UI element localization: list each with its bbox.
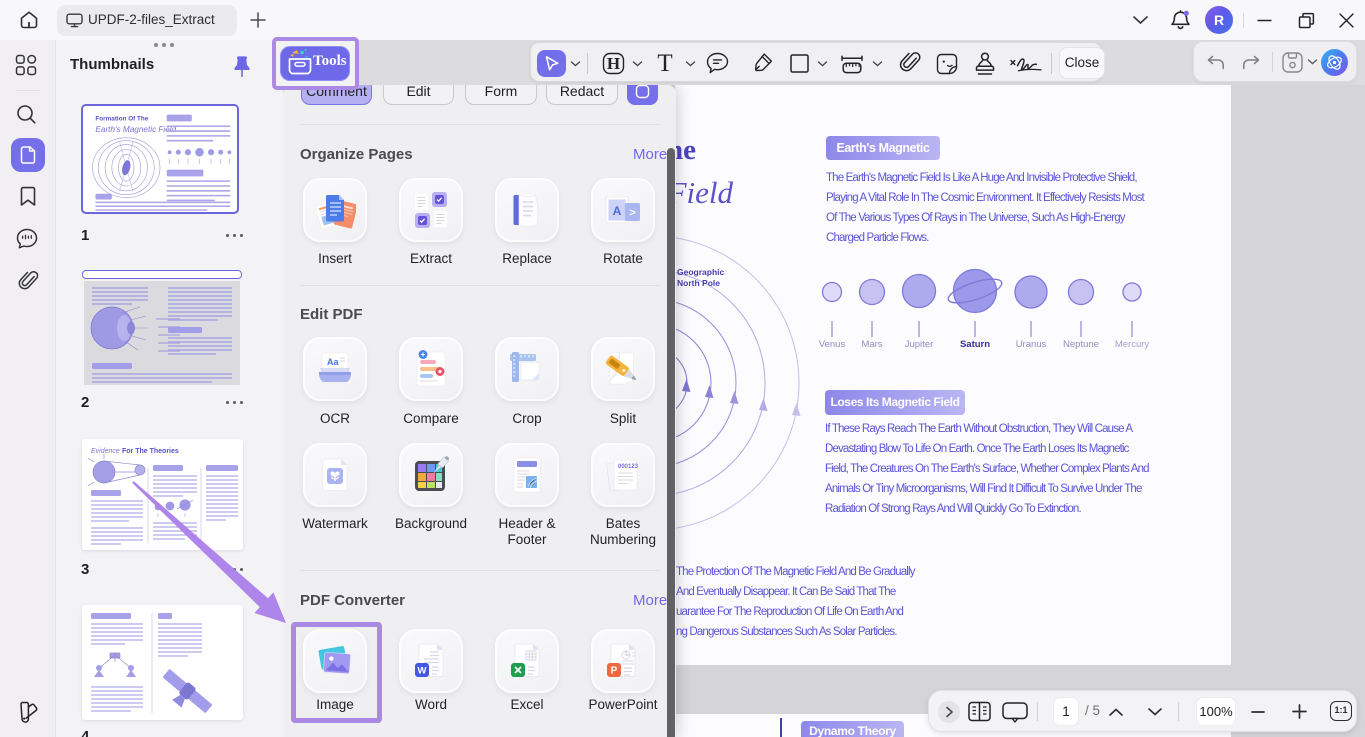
svg-text:A: A xyxy=(613,204,622,218)
svg-text:Geographic: Geographic xyxy=(677,267,725,277)
svg-text:>: > xyxy=(629,207,635,219)
svg-text:000123: 000123 xyxy=(618,464,639,470)
svg-text:Earth's Magnetic Field: Earth's Magnetic Field xyxy=(95,125,176,134)
svg-text:Mercury: Mercury xyxy=(1115,339,1150,350)
svg-text:Formation Of The: Formation Of The xyxy=(95,115,148,122)
svg-text:Saturn: Saturn xyxy=(960,339,990,350)
svg-text:For The Theories: For The Theories xyxy=(122,448,179,455)
svg-text:Jupiter: Jupiter xyxy=(905,339,934,350)
svg-text:Venus: Venus xyxy=(819,339,846,350)
svg-text:W: W xyxy=(418,666,427,677)
svg-text:Evidence: Evidence xyxy=(91,448,120,455)
svg-text:Aa: Aa xyxy=(327,357,339,367)
svg-text:P: P xyxy=(611,666,618,677)
svg-text:Mars: Mars xyxy=(861,339,882,350)
svg-text:Neptune: Neptune xyxy=(1063,339,1099,350)
svg-text:North Pole: North Pole xyxy=(677,278,720,288)
svg-text:Uranus: Uranus xyxy=(1016,339,1047,350)
